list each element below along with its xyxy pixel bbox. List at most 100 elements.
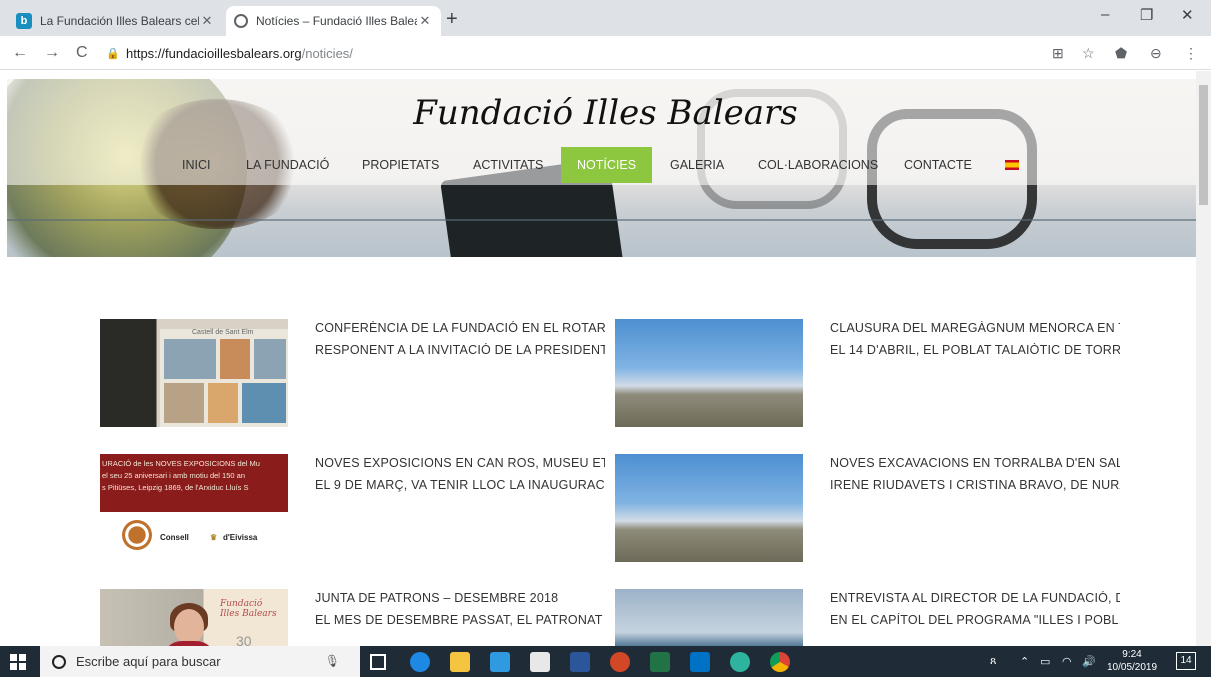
- news-thumbnail[interactable]: [615, 454, 803, 562]
- photo: [164, 339, 216, 379]
- globe-icon: [234, 14, 248, 28]
- url-host: https://fundacioillesbalears.org: [126, 45, 302, 61]
- menu-item-inici[interactable]: INICI: [182, 147, 210, 183]
- news-thumbnail[interactable]: Castell de Sant Elm: [100, 319, 288, 427]
- app-icon[interactable]: [730, 652, 750, 672]
- close-tab-icon[interactable]: ✕: [199, 13, 215, 29]
- menu-kebab-icon[interactable]: ⋮: [1184, 45, 1198, 62]
- news-item[interactable]: ENTREVISTA AL DIRECTOR DE LA FUNDACIÓ, D…: [615, 589, 1120, 646]
- photo: [164, 383, 204, 423]
- news-excerpt: EN EL CAPÍTOL DEL PROGRAMA "ILLES I POBL…: [830, 613, 1120, 627]
- spain-flag-icon[interactable]: [1005, 160, 1019, 170]
- page: Fundació Illes Balears INICI LA FUNDACIÓ…: [0, 71, 1196, 646]
- new-tab-button[interactable]: +: [446, 9, 458, 29]
- news-thumbnail[interactable]: Fundació Illes Balears 30: [100, 589, 288, 646]
- scrollbar-thumb[interactable]: [1199, 85, 1208, 205]
- poster-line: el seu 25 aniversari i amb motiu del 150…: [102, 471, 245, 480]
- photo: [242, 383, 286, 423]
- news-item[interactable]: Fundació Illes Balears 30 JUNTA DE PATRO…: [100, 589, 605, 646]
- poster-line: s Pitiüses, Leipzig 1869, de l'Arxiduc L…: [102, 483, 249, 492]
- battery-icon[interactable]: ▭: [1040, 655, 1050, 668]
- poster-label: Consell: [160, 533, 189, 542]
- person-face: [174, 609, 204, 645]
- hero-band: [7, 219, 1196, 221]
- task-view-icon[interactable]: [370, 654, 386, 670]
- poster: Castell de Sant Elm: [160, 329, 288, 427]
- back-button[interactable]: ←: [12, 44, 28, 62]
- close-tab-icon[interactable]: ✕: [417, 13, 433, 29]
- tab-strip: b La Fundación Illes Balears celebr ✕ No…: [0, 0, 1211, 36]
- news-item[interactable]: CLAUSURA DEL MAREGÀGNUM MENORCA EN T... …: [615, 319, 1120, 429]
- forward-button[interactable]: →: [44, 44, 60, 62]
- news-thumbnail[interactable]: URACIÓ de les NOVES EXPOSICIONS del Mu e…: [100, 454, 288, 562]
- news-excerpt: EL MES DE DESEMBRE PASSAT, EL PATRONAT .…: [315, 613, 605, 627]
- taskbar: Escribe aquí para buscar 🎙 ጸ ⌃ ▭ ◠ 🔊 9:2…: [0, 646, 1211, 677]
- news-title[interactable]: NOVES EXCAVACIONS EN TORRALBA D'EN SAL..…: [830, 456, 1120, 470]
- restore-button[interactable]: ❐: [1140, 6, 1153, 24]
- news-excerpt: EL 9 DE MARÇ, VA TENIR LLOC LA INAUGURAC…: [315, 478, 605, 492]
- tab-bing[interactable]: b La Fundación Illes Balears celebr ✕: [8, 6, 223, 36]
- poster-line: URACIÓ de les NOVES EXPOSICIONS del Mu: [102, 459, 260, 468]
- news-excerpt: IRENE RIUDAVETS I CRISTINA BRAVO, DE NUR…: [830, 478, 1120, 492]
- news-item[interactable]: NOVES EXCAVACIONS EN TORRALBA D'EN SAL..…: [615, 454, 1120, 564]
- photo: [254, 339, 286, 379]
- menu-item-col-laboracions[interactable]: COL·LABORACIONS: [758, 147, 878, 183]
- bookmark-star-icon[interactable]: ☆: [1082, 45, 1095, 62]
- word-icon[interactable]: [570, 652, 590, 672]
- notification-center-icon[interactable]: 14: [1176, 652, 1196, 670]
- menu-item-propietats[interactable]: PROPIETATS: [362, 147, 439, 183]
- edge-icon[interactable]: [410, 652, 430, 672]
- news-title[interactable]: ENTREVISTA AL DIRECTOR DE LA FUNDACIÓ, D…: [830, 591, 1120, 605]
- minimize-button[interactable]: –: [1101, 6, 1109, 23]
- poster-caption: Castell de Sant Elm: [192, 329, 254, 336]
- news-thumbnail[interactable]: [615, 319, 803, 427]
- close-window-button[interactable]: ✕: [1181, 6, 1194, 24]
- news-title[interactable]: JUNTA DE PATRONS – DESEMBRE 2018: [315, 591, 605, 605]
- menu-item-contacte[interactable]: CONTACTE: [904, 147, 972, 183]
- translate-icon[interactable]: ⊞: [1052, 45, 1064, 62]
- tab-title: La Fundación Illes Balears celebr: [40, 14, 199, 28]
- menu-item-galeria[interactable]: GALERIA: [670, 147, 724, 183]
- l-app-icon[interactable]: [490, 652, 510, 672]
- profile-icon[interactable]: ⊖: [1150, 45, 1162, 62]
- wifi-icon[interactable]: ◠: [1062, 655, 1072, 668]
- bing-icon: b: [16, 13, 32, 29]
- extension-shield-icon[interactable]: ⬟: [1115, 45, 1127, 62]
- excel-icon[interactable]: [650, 652, 670, 672]
- menu-item-noticies[interactable]: NOTÍCIES: [561, 147, 653, 183]
- news-title[interactable]: CLAUSURA DEL MAREGÀGNUM MENORCA EN T...: [830, 321, 1120, 335]
- news-excerpt: RESPONENT A LA INVITACIÓ DE LA PRESIDENT…: [315, 343, 605, 357]
- anniversary-number: 30: [236, 633, 252, 646]
- news-title[interactable]: CONFERÈNCIA DE LA FUNDACIÓ EN EL ROTAR..…: [315, 321, 605, 335]
- windows-start-icon[interactable]: [10, 654, 26, 670]
- photo: [220, 339, 250, 379]
- reload-button[interactable]: C: [76, 44, 88, 62]
- site-logo[interactable]: Fundació Illes Balears: [0, 93, 1196, 133]
- people-icon[interactable]: ጸ: [990, 655, 996, 668]
- clock-time: 9:24: [1122, 649, 1142, 660]
- system-clock[interactable]: 9:24 10/05/2019: [1107, 648, 1157, 674]
- chevron-up-icon[interactable]: ⌃: [1020, 655, 1029, 668]
- news-thumbnail[interactable]: [615, 589, 803, 646]
- news-item[interactable]: Castell de Sant Elm CONFERÈNCIA DE LA FU…: [100, 319, 605, 429]
- outlook-icon[interactable]: [690, 652, 710, 672]
- powerpoint-icon[interactable]: [610, 652, 630, 672]
- tab-noticies[interactable]: Notícies – Fundació Illes Balears ✕: [226, 6, 441, 36]
- tab-title: Notícies – Fundació Illes Balears: [256, 14, 417, 28]
- address-bar[interactable]: 🔒 https://fundacioillesbalears.org /noti…: [106, 41, 1066, 65]
- chrome-icon[interactable]: [770, 652, 790, 672]
- news-item[interactable]: URACIÓ de les NOVES EXPOSICIONS del Mu e…: [100, 454, 605, 564]
- museum-seal-icon: [122, 520, 152, 550]
- store-icon[interactable]: [530, 652, 550, 672]
- volume-icon[interactable]: 🔊: [1082, 655, 1096, 668]
- notification-count: 14: [1180, 655, 1192, 666]
- menu-item-la-fundacio[interactable]: LA FUNDACIÓ: [246, 147, 329, 183]
- taskbar-search[interactable]: Escribe aquí para buscar 🎙: [40, 646, 360, 677]
- menu-item-activitats[interactable]: ACTIVITATS: [473, 147, 543, 183]
- microphone-icon[interactable]: 🎙: [325, 654, 340, 668]
- file-explorer-icon[interactable]: [450, 652, 470, 672]
- news-title[interactable]: NOVES EXPOSICIONS EN CAN ROS, MUSEU ET..…: [315, 456, 605, 470]
- browser-toolbar: ← → C 🔒 https://fundacioillesbalears.org…: [0, 36, 1211, 70]
- vertical-scrollbar[interactable]: [1196, 71, 1211, 646]
- coat-of-arms-icon: ♛: [210, 533, 218, 542]
